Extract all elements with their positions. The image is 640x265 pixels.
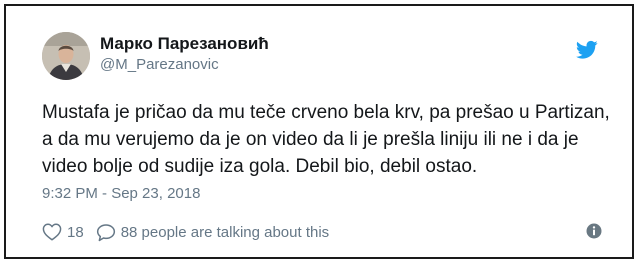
heart-icon <box>42 223 62 241</box>
conversation-count: 88 people are talking about this <box>120 223 330 241</box>
author-handle[interactable]: @M_Parezanovic <box>100 55 269 75</box>
tweet-embed-frame: Марко Парезановић @M_Parezanovic Mustafa… <box>4 4 634 259</box>
tweet-card[interactable]: Марко Парезановић @M_Parezanovic Mustafa… <box>6 6 632 257</box>
info-icon[interactable] <box>586 223 602 239</box>
author-name[interactable]: Марко Парезановић <box>100 33 269 55</box>
author-block[interactable]: Марко Парезановић @M_Parezanovic <box>100 33 269 75</box>
tweet-actions: 18 88 people are talking about this <box>42 220 329 244</box>
tweet-timestamp[interactable]: 9:32 PM - Sep 23, 2018 <box>42 184 200 204</box>
conversation-link[interactable]: 88 people are talking about this <box>96 223 329 242</box>
avatar-photo <box>42 32 90 80</box>
twitter-bird-icon[interactable] <box>575 40 598 60</box>
speech-bubble-icon <box>96 223 116 242</box>
like-button[interactable]: 18 <box>42 223 84 241</box>
tweet-text: Mustafa je pričao da mu teče crveno bela… <box>42 102 610 177</box>
like-count: 18 <box>67 223 84 241</box>
avatar[interactable] <box>42 32 90 80</box>
